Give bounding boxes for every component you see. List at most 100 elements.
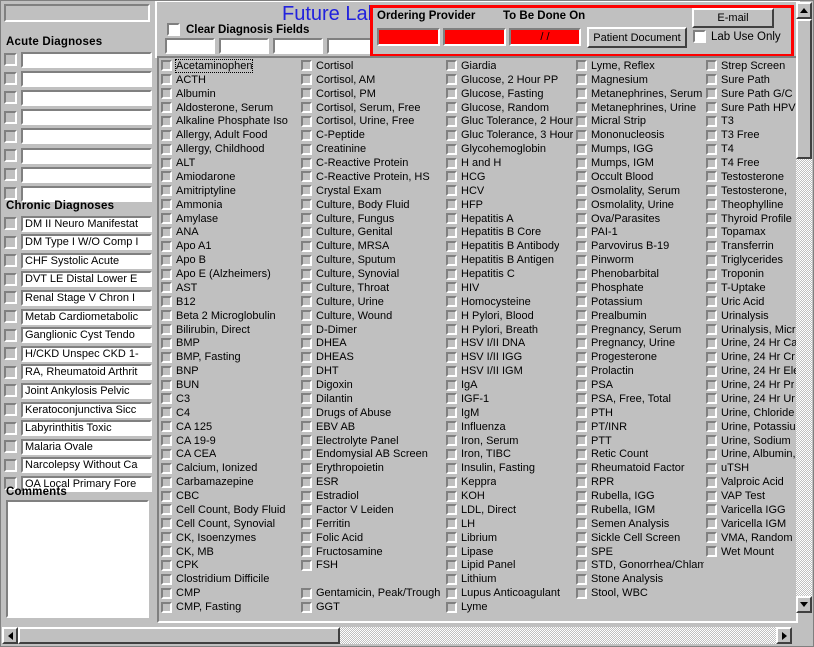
lab-test-checkbox[interactable] xyxy=(161,532,172,544)
lab-test-checkbox[interactable] xyxy=(301,268,312,280)
acute-diagnosis-input[interactable] xyxy=(21,147,152,164)
lab-test-checkbox[interactable] xyxy=(576,448,587,460)
lab-test-checkbox[interactable] xyxy=(576,573,587,585)
lab-test-row[interactable]: BMP xyxy=(159,337,299,351)
lab-test-checkbox[interactable] xyxy=(161,476,172,488)
lab-test-checkbox[interactable] xyxy=(576,296,587,308)
chronic-diagnosis-input[interactable]: Malaria Ovale xyxy=(21,438,152,455)
lab-test-row[interactable]: CMP xyxy=(159,586,299,600)
lab-test-row[interactable]: Urine, 24 Hr Ca xyxy=(704,337,796,351)
lab-test-checkbox[interactable] xyxy=(446,74,457,86)
horizontal-scrollbar[interactable] xyxy=(2,627,792,644)
lab-test-checkbox[interactable] xyxy=(576,115,587,127)
chronic-diagnosis-checkbox[interactable] xyxy=(4,272,17,286)
lab-test-checkbox[interactable] xyxy=(301,74,312,86)
lab-test-row[interactable]: Dilantin xyxy=(299,392,444,406)
lab-test-row[interactable]: Urine, Albumin, xyxy=(704,448,796,462)
lab-test-checkbox[interactable] xyxy=(446,171,457,183)
lab-test-checkbox[interactable] xyxy=(706,421,717,433)
lab-test-row[interactable]: Insulin, Fasting xyxy=(444,461,574,475)
lab-test-row[interactable]: Homocysteine xyxy=(444,295,574,309)
lab-test-row[interactable]: Magnesium xyxy=(574,73,704,87)
lab-test-checkbox[interactable] xyxy=(301,282,312,294)
lab-test-checkbox[interactable] xyxy=(706,407,717,419)
lab-test-row[interactable]: CA 125 xyxy=(159,420,299,434)
chronic-diagnosis-checkbox[interactable] xyxy=(4,310,17,323)
lab-test-row[interactable]: Amylase xyxy=(159,212,299,226)
chronic-diagnosis-checkbox[interactable] xyxy=(4,403,17,416)
lab-test-checkbox[interactable] xyxy=(161,157,172,169)
lab-test-row[interactable]: Lithium xyxy=(444,572,574,586)
lab-test-row[interactable]: Theophylline xyxy=(704,198,796,212)
lab-test-checkbox[interactable] xyxy=(576,324,587,336)
horizontal-scrollbar-thumb[interactable] xyxy=(18,627,340,644)
lab-test-row[interactable]: T-Uptake xyxy=(704,281,796,295)
lab-test-row[interactable]: Ferritin xyxy=(299,517,444,531)
lab-test-checkbox[interactable] xyxy=(161,587,172,599)
lab-test-row[interactable]: Rubella, IGM xyxy=(574,503,704,517)
acute-diagnosis-input[interactable] xyxy=(21,51,152,68)
chronic-diagnosis-input[interactable]: Renal Stage V Chron I xyxy=(21,289,152,306)
lab-test-row[interactable]: Acetaminophen xyxy=(159,59,299,73)
lab-test-checkbox[interactable] xyxy=(446,559,457,571)
lab-test-checkbox[interactable] xyxy=(161,268,172,280)
lab-test-checkbox[interactable] xyxy=(706,171,717,183)
lab-test-row[interactable]: Glucose, 2 Hour PP xyxy=(444,73,574,87)
lab-test-checkbox[interactable] xyxy=(301,88,312,100)
lab-test-row[interactable]: Prolactin xyxy=(574,364,704,378)
lab-test-row[interactable]: DHEA xyxy=(299,337,444,351)
lab-test-checkbox[interactable] xyxy=(446,587,457,599)
lab-test-checkbox[interactable] xyxy=(161,129,172,141)
lab-test-checkbox[interactable] xyxy=(301,213,312,225)
lab-test-checkbox[interactable] xyxy=(161,185,172,197)
lab-test-checkbox[interactable] xyxy=(706,518,717,530)
lab-test-checkbox[interactable] xyxy=(161,365,172,377)
lab-test-checkbox[interactable] xyxy=(446,296,457,308)
lab-test-checkbox[interactable] xyxy=(301,185,312,197)
lab-test-checkbox[interactable] xyxy=(301,143,312,155)
chronic-diagnosis-checkbox[interactable] xyxy=(4,347,17,361)
lab-test-row[interactable]: Hepatitis B Antigen xyxy=(444,253,574,267)
lab-test-checkbox[interactable] xyxy=(161,324,172,336)
lab-test-row[interactable]: Urine, 24 Hr Ele xyxy=(704,364,796,378)
lab-test-row[interactable]: Pregnancy, Urine xyxy=(574,337,704,351)
lab-test-checkbox[interactable] xyxy=(576,546,587,558)
lab-test-row[interactable]: Amitriptyline xyxy=(159,184,299,198)
chronic-diagnosis-input[interactable]: Narcolepsy Without Ca xyxy=(21,457,152,474)
lab-test-row[interactable]: Urine, 24 Hr Pr xyxy=(704,378,796,392)
lab-test-checkbox[interactable] xyxy=(446,324,457,336)
lab-test-row[interactable]: H and H xyxy=(444,156,574,170)
lab-test-checkbox[interactable] xyxy=(161,171,172,183)
lab-test-checkbox[interactable] xyxy=(446,448,457,460)
acute-diagnosis-input[interactable] xyxy=(21,166,152,183)
lab-test-checkbox[interactable] xyxy=(706,448,717,460)
chronic-diagnosis-checkbox[interactable] xyxy=(4,458,17,472)
lab-test-row[interactable]: Urine, Chloride xyxy=(704,406,796,420)
lab-test-checkbox[interactable] xyxy=(301,337,312,349)
lab-test-row[interactable]: Strep Screen xyxy=(704,59,796,73)
lab-test-checkbox[interactable] xyxy=(576,226,587,238)
lab-test-row[interactable]: CA 19-9 xyxy=(159,434,299,448)
lab-test-row[interactable]: Pregnancy, Serum xyxy=(574,323,704,337)
lab-test-checkbox[interactable] xyxy=(576,282,587,294)
lab-test-row[interactable]: HSV I/II DNA xyxy=(444,337,574,351)
lab-test-checkbox[interactable] xyxy=(706,213,717,225)
lab-test-checkbox[interactable] xyxy=(446,532,457,544)
lab-test-row[interactable]: Testosterone xyxy=(704,170,796,184)
lab-test-row[interactable]: IGF-1 xyxy=(444,392,574,406)
lab-test-checkbox[interactable] xyxy=(161,351,172,363)
lab-test-row[interactable]: Urinalysis xyxy=(704,309,796,323)
lab-test-row[interactable]: Rubella, IGG xyxy=(574,489,704,503)
lab-test-checkbox[interactable] xyxy=(706,296,717,308)
acute-diagnosis-checkbox[interactable] xyxy=(4,72,17,86)
lab-test-row[interactable]: Ova/Parasites xyxy=(574,212,704,226)
lab-test-checkbox[interactable] xyxy=(301,324,312,336)
lab-test-row[interactable]: Cell Count, Synovial xyxy=(159,517,299,531)
lab-test-row[interactable]: Topamax xyxy=(704,226,796,240)
acute-diagnosis-checkbox[interactable] xyxy=(4,129,17,143)
lab-test-checkbox[interactable] xyxy=(706,88,717,100)
lab-test-checkbox[interactable] xyxy=(301,421,312,433)
lab-test-row[interactable]: Bilirubin, Direct xyxy=(159,323,299,337)
chronic-diagnosis-input[interactable]: Joint Ankylosis Pelvic xyxy=(21,382,152,399)
lab-test-row[interactable]: Sure Path xyxy=(704,73,796,87)
